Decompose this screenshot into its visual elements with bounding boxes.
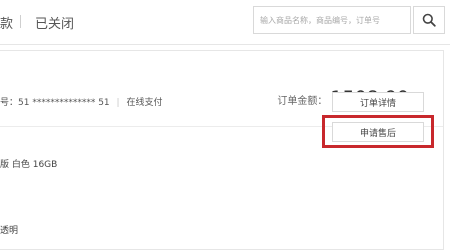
search-box: [253, 6, 411, 34]
tab-divider: [20, 15, 21, 28]
search-input[interactable]: [254, 7, 410, 33]
order-header: 号：51 ************** 51 | 在线支付 订单金额： 1508…: [0, 51, 443, 127]
apply-aftersale-button[interactable]: 申请售后: [332, 122, 424, 142]
tab-closed[interactable]: 已关闭: [35, 13, 74, 32]
order-status-tabs-bar: 款 已关闭: [0, 0, 450, 45]
order-detail-button[interactable]: 订单详情: [332, 92, 424, 112]
order-amount-label: 订单金额：: [277, 96, 328, 107]
order-number-mask: **************: [32, 98, 96, 108]
order-card: 号：51 ************** 51 | 在线支付 订单金额： 1508…: [0, 50, 444, 250]
search-button[interactable]: [413, 6, 445, 34]
order-info: 号：51 ************** 51 | 在线支付: [0, 95, 162, 108]
product-spec: 版 白色 16GB: [0, 160, 58, 170]
payment-method: 在线支付: [126, 98, 163, 108]
search-icon: [422, 13, 436, 27]
tab-partial[interactable]: 款: [0, 13, 13, 32]
order-number-suffix: 51: [98, 98, 110, 108]
product-note: 透明: [0, 226, 19, 236]
order-number-prefix: 号：51: [0, 98, 30, 108]
info-divider: |: [116, 98, 120, 108]
